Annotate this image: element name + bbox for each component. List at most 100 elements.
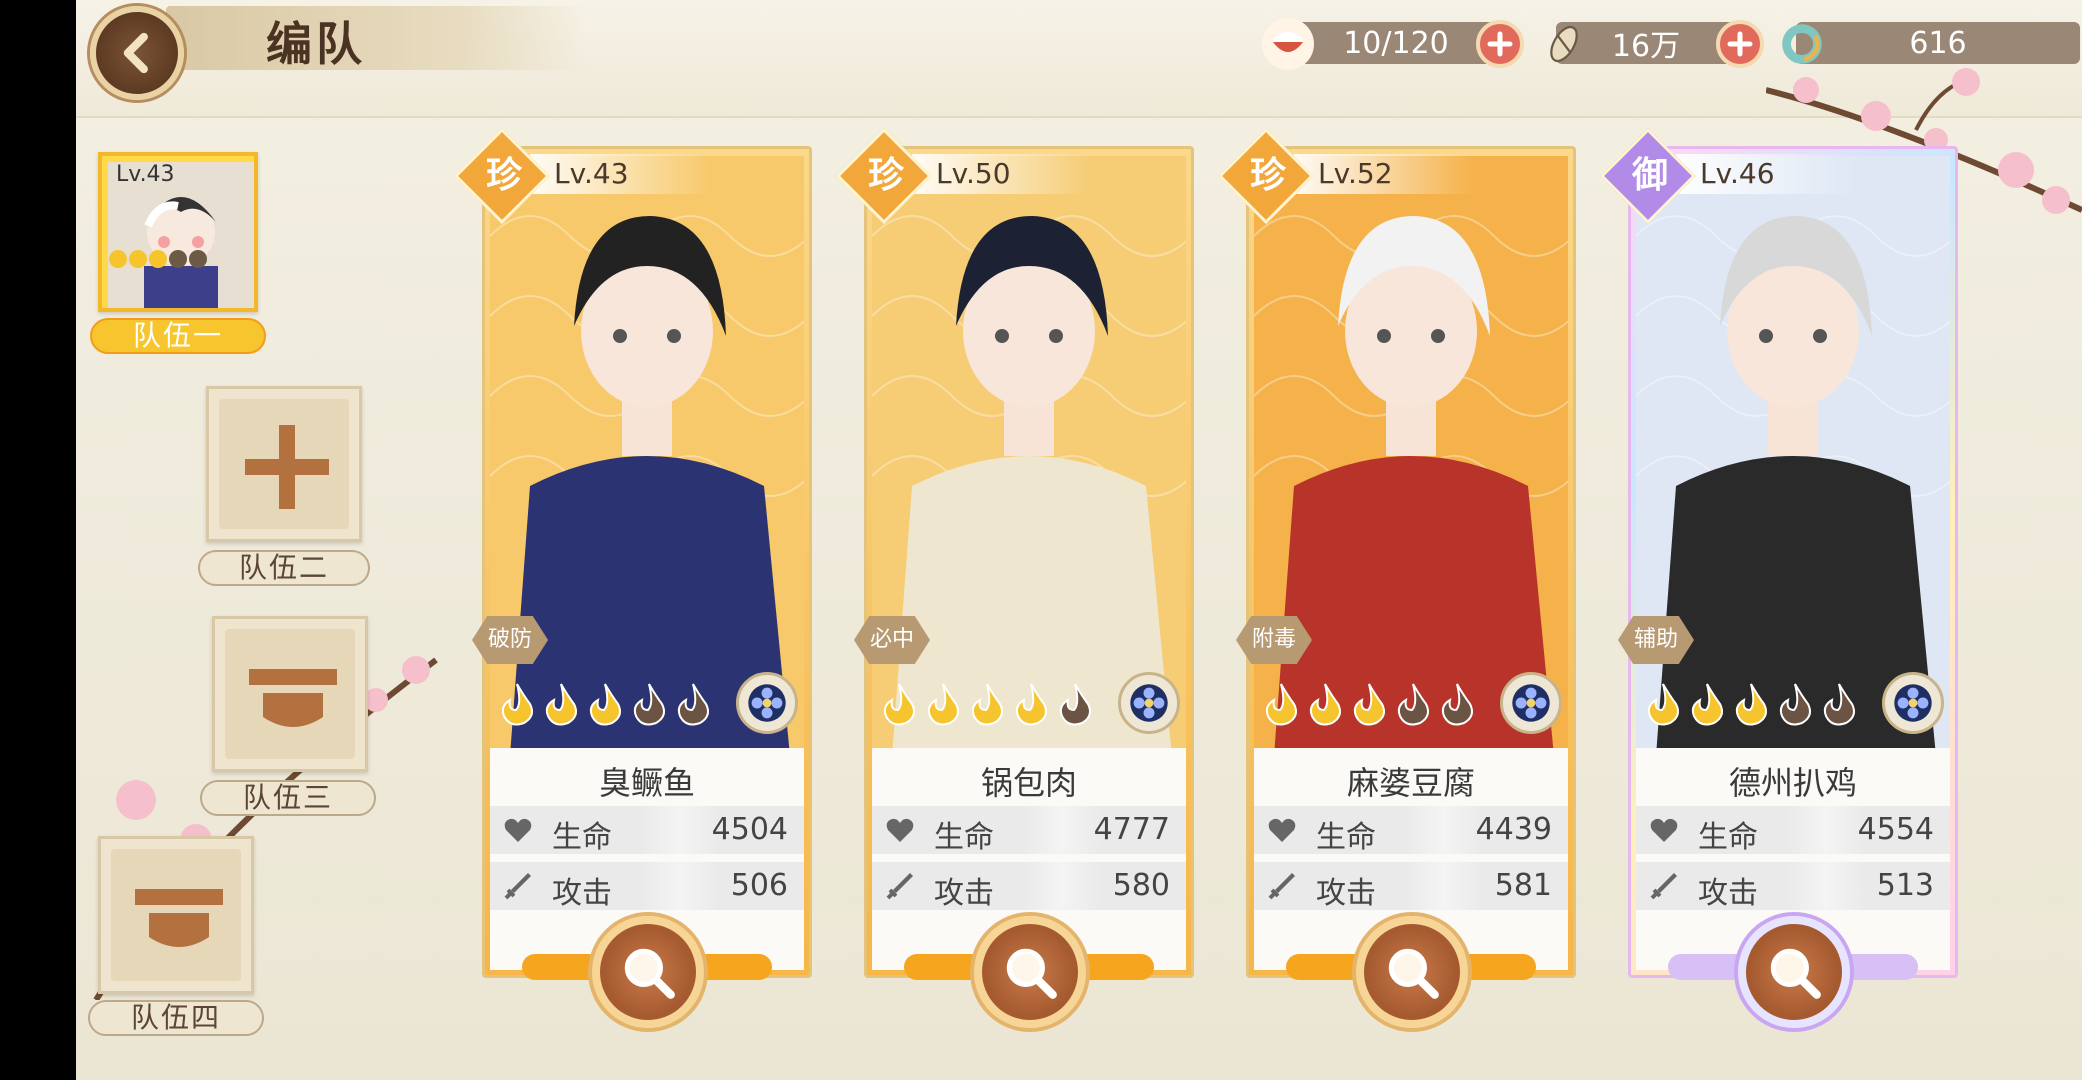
food-value: 10/120 <box>1343 25 1449 61</box>
flame-star-filled-icon <box>971 683 1003 726</box>
magnifier-icon <box>1770 948 1821 999</box>
rarity-label: 珍 <box>1249 155 1286 196</box>
character-portrait <box>1636 156 1950 756</box>
detail-button[interactable] <box>1356 916 1468 1028</box>
flame-star-filled-icon <box>501 683 533 726</box>
character-level: Lv.46 <box>1676 154 1856 194</box>
team-slot-4[interactable] <box>98 836 254 994</box>
sword-icon <box>1650 873 1677 900</box>
star-rating <box>108 244 216 270</box>
hp-value: 4777 <box>1093 812 1170 847</box>
sword-icon <box>504 873 531 900</box>
chevron-left-icon <box>123 32 148 74</box>
flame-star-filled-icon <box>1353 683 1385 726</box>
team-slot-1[interactable]: Lv.43 <box>98 152 258 312</box>
role-tag: 破防 <box>472 616 548 664</box>
magnifier-icon <box>1388 948 1439 999</box>
page-title: 编队 <box>266 17 366 71</box>
hp-value: 4504 <box>711 812 788 847</box>
team-formation-screen: 编队 10/120 16万 616 Lv.43 队伍一 队伍二 队伍三 队伍四 … <box>76 0 2082 1080</box>
hp-value: 4439 <box>1475 812 1552 847</box>
detail-button[interactable] <box>974 916 1086 1028</box>
hp-label: 生命 <box>1316 820 1376 855</box>
flame-star-empty-icon <box>1059 683 1091 726</box>
plus-icon <box>1727 31 1753 57</box>
character-card-4[interactable]: 御 Lv.46 辅助 德州扒鸡 生命 4554 攻击 513 <box>1599 127 1958 1028</box>
hp-stat: 生命 4554 <box>1636 806 1950 855</box>
team-slot-3[interactable] <box>212 616 368 772</box>
flame-star-filled-icon <box>1015 683 1047 726</box>
magnifier-icon <box>624 948 675 999</box>
flame-star-empty-icon <box>1397 683 1429 726</box>
hp-label: 生命 <box>934 820 994 855</box>
flame-star-filled-icon <box>1309 683 1341 726</box>
flame-star-empty-icon <box>1823 683 1855 726</box>
heart-icon <box>1268 818 1296 842</box>
hp-label: 生命 <box>1698 820 1758 855</box>
flame-star-filled-icon <box>545 683 577 726</box>
detail-button[interactable] <box>1738 916 1850 1028</box>
attack-value: 506 <box>730 868 788 903</box>
team-avatar-level: Lv.43 <box>116 162 175 187</box>
flame-star-empty-icon <box>677 683 709 726</box>
attack-label: 攻击 <box>1316 876 1376 911</box>
rarity-label: 珍 <box>867 155 904 196</box>
gem-counter: 616 <box>1796 22 2080 64</box>
team-slot-2[interactable] <box>206 386 362 542</box>
title-ribbon <box>166 6 586 70</box>
attack-value: 580 <box>1112 868 1170 903</box>
rarity-label: 珍 <box>485 155 522 196</box>
add-food-button[interactable] <box>1476 20 1524 68</box>
hp-stat: 生命 4439 <box>1254 806 1568 855</box>
rice-bowl-icon <box>1262 18 1314 70</box>
element-icon <box>1118 672 1180 734</box>
attack-stat: 攻击 580 <box>872 862 1186 911</box>
character-name: 锅包肉 <box>980 764 1077 802</box>
food-counter: 10/120 <box>1286 22 1506 64</box>
magnifier-icon <box>1006 948 1057 999</box>
coin-value: 16万 <box>1611 29 1681 64</box>
role-tag: 附毒 <box>1236 616 1312 664</box>
character-level: Lv.50 <box>912 154 1092 194</box>
lock-icon <box>135 889 223 947</box>
add-coin-button[interactable] <box>1716 20 1764 68</box>
team-label-2[interactable]: 队伍二 <box>198 550 370 586</box>
flame-star-filled-icon <box>1647 683 1679 726</box>
star-rating <box>1260 682 1478 730</box>
team-label-4[interactable]: 队伍四 <box>88 1000 264 1036</box>
attack-label: 攻击 <box>934 876 994 911</box>
attack-label: 攻击 <box>1698 876 1758 911</box>
attack-value: 513 <box>1876 868 1934 903</box>
character-level: Lv.43 <box>530 154 710 194</box>
character-name: 臭鳜鱼 <box>598 764 695 802</box>
attack-label: 攻击 <box>552 876 612 911</box>
rarity-label: 御 <box>1631 155 1668 196</box>
hp-value: 4554 <box>1857 812 1934 847</box>
character-card-3[interactable]: 珍 Lv.52 附毒 麻婆豆腐 生命 4439 攻击 581 <box>1217 127 1576 1028</box>
character-portrait <box>490 156 804 756</box>
hp-stat: 生命 4777 <box>872 806 1186 855</box>
team-label-1[interactable]: 队伍一 <box>90 318 266 354</box>
team-label-3[interactable]: 队伍三 <box>200 780 376 816</box>
gem-value: 616 <box>1909 25 1967 61</box>
character-card-2[interactable]: 珍 Lv.50 必中 锅包肉 生命 4777 攻击 580 <box>835 127 1194 1028</box>
flame-star-filled-icon <box>1735 683 1767 726</box>
lock-icon <box>249 669 337 727</box>
flame-star-filled-icon <box>589 683 621 726</box>
flame-star-empty-icon <box>1779 683 1811 726</box>
attack-stat: 攻击 506 <box>490 862 804 911</box>
element-icon <box>736 672 798 734</box>
character-card-1[interactable]: 珍 Lv.43 破防 臭鳜鱼 生命 4504 攻击 506 <box>453 127 812 1028</box>
hp-label: 生命 <box>552 820 612 855</box>
detail-button[interactable] <box>592 916 704 1028</box>
sword-icon <box>1268 873 1295 900</box>
flame-star-empty-icon <box>1441 683 1473 726</box>
plus-icon <box>1487 31 1513 57</box>
flame-star-filled-icon <box>883 683 915 726</box>
back-button[interactable] <box>90 6 184 100</box>
heart-icon <box>1650 818 1678 842</box>
element-icon <box>1500 672 1562 734</box>
flame-star-empty-icon <box>633 683 665 726</box>
character-portrait <box>1254 156 1568 756</box>
role-tag: 必中 <box>854 616 930 664</box>
